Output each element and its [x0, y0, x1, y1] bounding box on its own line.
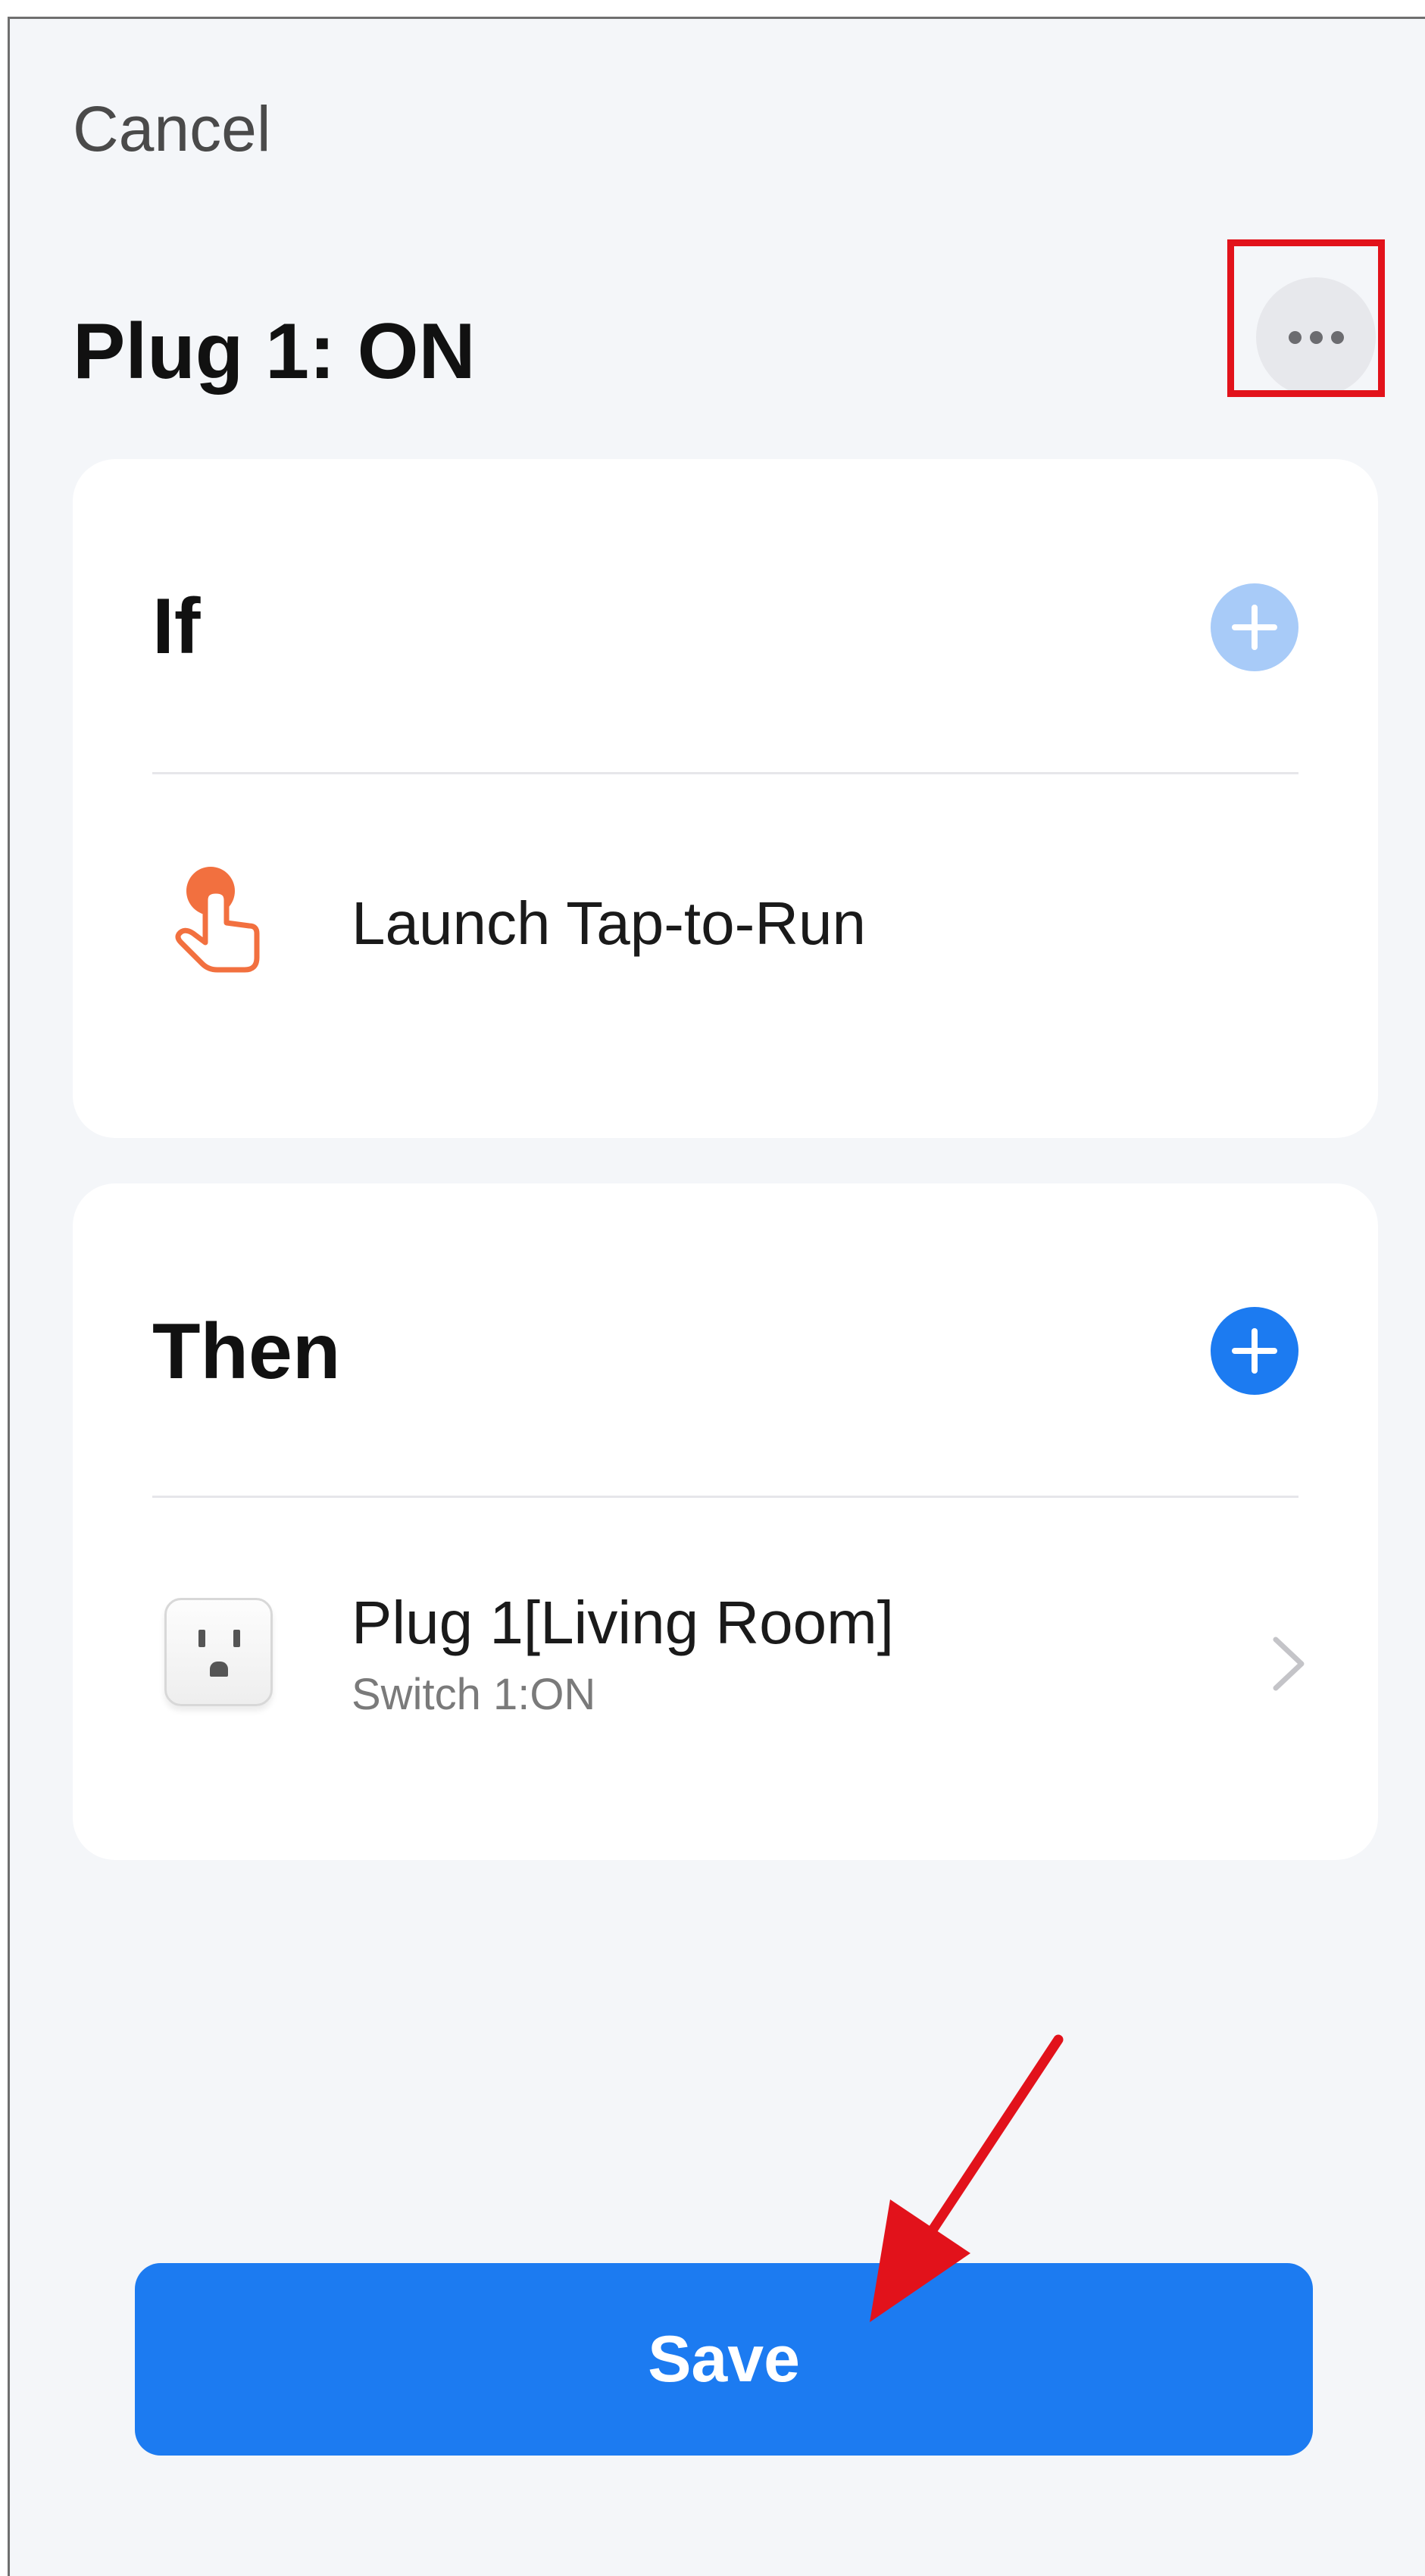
- condition-row[interactable]: Launch Tap-to-Run: [73, 861, 1378, 982]
- cancel-button[interactable]: Cancel: [73, 97, 270, 161]
- divider: [152, 772, 1298, 774]
- then-card: Then Plug 1[Living Room] Switch 1:ON: [73, 1183, 1378, 1860]
- action-label: Plug 1[Living Room]: [352, 1589, 894, 1656]
- if-card: If Launch Tap-to-Run: [73, 459, 1378, 1138]
- if-heading: If: [152, 583, 201, 671]
- action-sublabel: Switch 1:ON: [352, 1670, 596, 1719]
- condition-label: Launch Tap-to-Run: [352, 889, 866, 957]
- highlight-box: [1227, 239, 1385, 397]
- add-condition-button[interactable]: [1211, 583, 1298, 671]
- automation-editor-screen: Cancel Plug 1: ON If Launch Tap-to-Run T…: [8, 17, 1425, 2576]
- tap-finger-icon: [175, 867, 260, 973]
- action-row[interactable]: Plug 1[Living Room] Switch 1:ON: [73, 1570, 1378, 1737]
- then-heading: Then: [152, 1308, 341, 1396]
- page-title: Plug 1: ON: [73, 308, 476, 395]
- add-action-button[interactable]: [1211, 1307, 1298, 1395]
- chevron-right-icon: [1273, 1637, 1305, 1691]
- divider: [152, 1496, 1298, 1498]
- smart-plug-icon: [164, 1598, 273, 1706]
- save-button[interactable]: Save: [135, 2263, 1313, 2456]
